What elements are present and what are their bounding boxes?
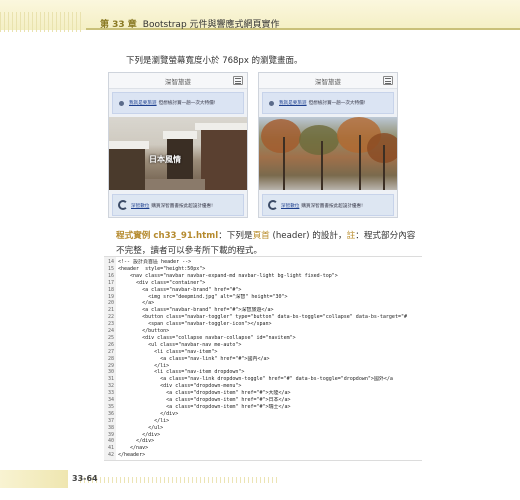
code-text: <a class="nav-link" href="#">國內</a> [118, 355, 270, 362]
caption-part-2: (header) 的設計， [269, 231, 347, 241]
footer-text: 購買深智圖書按此超設計優惠! [151, 204, 213, 209]
phone-screenshot-2: 深智旅遊 我就是要旅遊 但想檢討賞一趟一次大特價! 深智數位 購買深智圖書按此超設計… [258, 72, 398, 218]
code-text: </button> [118, 328, 170, 334]
alert-link[interactable]: 我就是要旅遊 [279, 101, 307, 106]
alert-text: 但想檢討賞一趟一次大特價! [308, 101, 366, 106]
code-text: </ul> [118, 424, 164, 431]
footer-banner: 深智數位 購買深智圖書按此超設計優惠! [262, 194, 394, 216]
phone-screenshot-1: 深智旅遊 我就是要旅遊 但想檢討賞一趟一次大特價! 日本風情 深智數位 購買深智圖書… [108, 72, 248, 218]
alert-text: 但想檢討賞一趟一次大特價! [158, 101, 216, 106]
code-text: </a> [118, 300, 155, 307]
navbar-brand: 深智旅遊 [315, 78, 341, 86]
code-text: </div> [118, 410, 179, 417]
code-text: <div class="collapse navbar-collapse" id… [118, 334, 296, 341]
code-text: </li> [118, 362, 170, 369]
example-caption: 程式實例 ch33_91.html：下列是頁首 (header) 的設計，註：程… [116, 229, 416, 259]
code-text: <nav class="navbar navbar-expand-md navb… [118, 272, 338, 279]
code-text: <a class="dropdown-item" href="#">大陸</a> [118, 390, 291, 397]
code-line: 42 </header> [104, 452, 422, 460]
bullet-icon [119, 101, 124, 106]
town-photo: 日本風情 [109, 117, 247, 190]
code-text: </div> [118, 431, 161, 438]
bullet-icon [269, 101, 274, 106]
footer-banner: 深智數位 購買深智圖書按此超設計優惠! [112, 194, 244, 216]
logo-icon [118, 200, 128, 210]
line-number: 42 [107, 452, 114, 459]
navbar-brand: 深智旅遊 [165, 78, 191, 86]
caption-part-1: ：下列是 [218, 231, 253, 241]
code-text: </li> [118, 417, 170, 424]
navbar: 深智旅遊 [109, 73, 247, 89]
chapter-number: 第 33 章 [100, 20, 137, 30]
hamburger-menu-icon[interactable] [233, 76, 243, 85]
code-text: <a class="navbar-brand" href="#"> [118, 286, 242, 293]
caption-highlight-1: 頁首 [252, 231, 270, 241]
intro-text: 下列是瀏覽螢幕寬度小於 768px 的瀏覽畫面。 [126, 56, 303, 66]
footer-stripe [80, 477, 280, 483]
alert-banner: 我就是要旅遊 但想檢討賞一趟一次大特價! [112, 92, 244, 114]
chapter-name: Bootstrap 元件與響應式網頁實作 [142, 20, 280, 30]
code-text: <a class="dropdown-item" href="#">瑞士</a> [118, 403, 291, 410]
code-text: </div> [118, 438, 155, 445]
code-text: <a class="dropdown-item" href="#">日本</a> [118, 397, 291, 403]
code-text: <li class="nav-item"> [118, 348, 218, 355]
code-text: <header style="height:50px"> [118, 265, 206, 272]
photo-caption: 日本風情 [149, 155, 181, 164]
code-text: <!-- 設計頁首區 header --> [118, 259, 192, 265]
code-text: <div class="dropdown-menu"> [118, 383, 242, 390]
footer-link[interactable]: 深智數位 [281, 204, 299, 209]
hamburger-menu-icon[interactable] [383, 76, 393, 85]
alert-banner: 我就是要旅遊 但想檢討賞一趟一次大特價! [262, 92, 394, 114]
footer-text: 購買深智圖書按此超設計優惠! [301, 204, 363, 209]
alert-link[interactable]: 我就是要旅遊 [129, 101, 157, 106]
code-text: <div class="container"> [118, 279, 206, 286]
code-text: <span class="navbar-toggler-icon"></span… [118, 321, 272, 328]
chapter-title: 第 33 章 Bootstrap 元件與響應式網頁實作 [100, 17, 280, 30]
code-text: <ul class="navbar-nav me-auto"> [118, 341, 242, 348]
logo-icon [268, 200, 278, 210]
caption-highlight-2: 註 [346, 231, 356, 241]
navbar: 深智旅遊 [259, 73, 397, 89]
example-label: 程式實例 ch33_91.html [116, 231, 219, 241]
footer-band [0, 470, 68, 488]
code-text: </nav> [118, 445, 149, 452]
code-text: <a class="navbar-brand" href="#">深智旅遊</a… [118, 307, 274, 314]
code-text: </header> [118, 452, 146, 459]
header-stripe [0, 12, 84, 32]
page-number: 33-64 [72, 474, 98, 483]
footer-link[interactable]: 深智數位 [131, 204, 149, 209]
code-text: <button class="navbar-toggler" type="but… [118, 314, 407, 321]
code-text: <img src="deepmind.jpg" alt="深智" height=… [118, 293, 288, 300]
code-text: <a class="nav-link dropdown-toggle" href… [118, 376, 393, 383]
code-listing: 14 <!-- 設計頁首區 header --> 15 <header style="… [104, 256, 422, 461]
forest-photo [259, 117, 397, 190]
code-text: <li class="nav-item dropdown"> [118, 369, 245, 376]
running-header: 第 33 章 Bootstrap 元件與響應式網頁實作 [0, 0, 520, 44]
